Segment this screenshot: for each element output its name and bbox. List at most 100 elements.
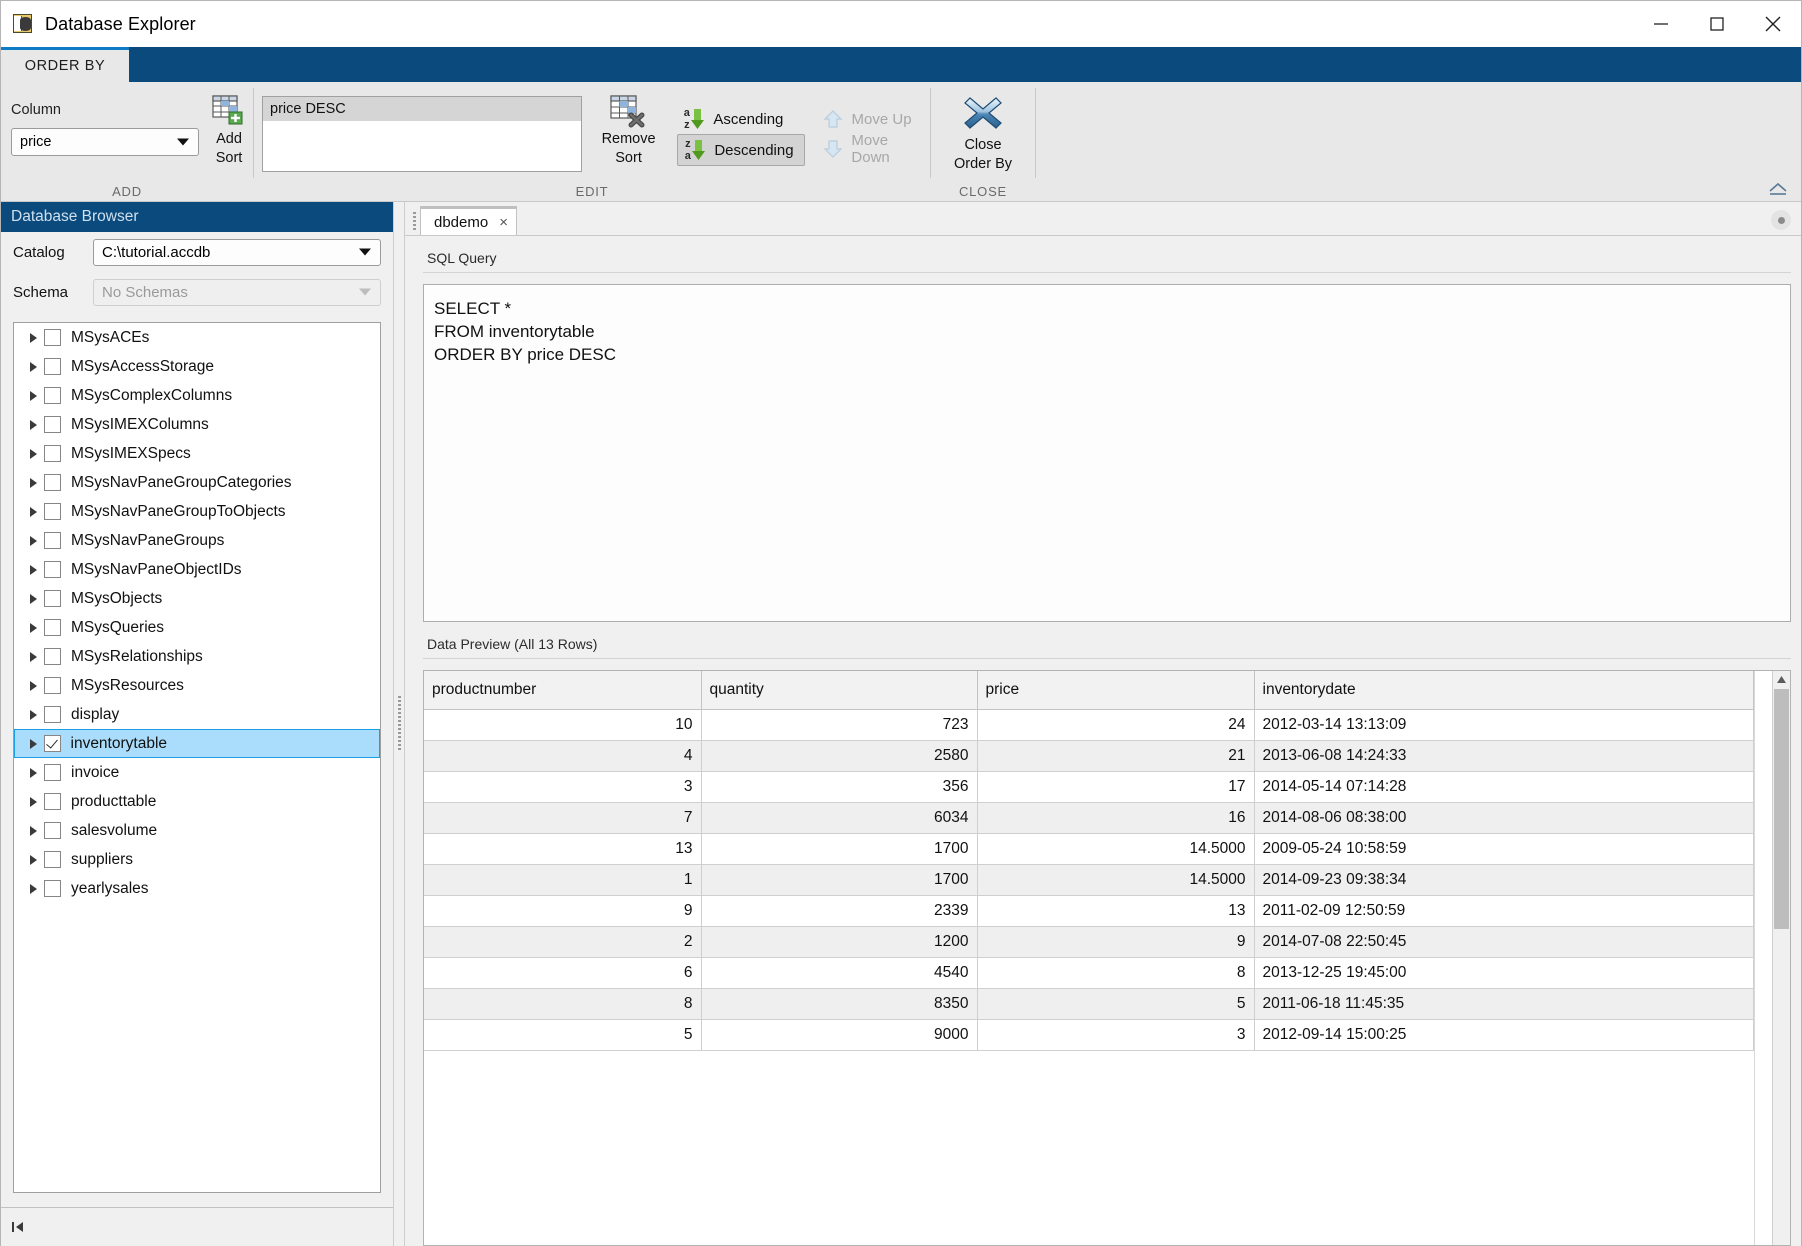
schema-select[interactable]: No Schemas bbox=[93, 279, 381, 306]
expand-arrow-icon[interactable] bbox=[30, 681, 44, 691]
tree-item-checkbox[interactable] bbox=[44, 503, 61, 520]
tree-item-checkbox[interactable] bbox=[44, 474, 61, 491]
tab-dbdemo[interactable]: dbdemo × bbox=[420, 206, 517, 235]
expand-arrow-icon[interactable] bbox=[30, 362, 44, 372]
move-up-button[interactable]: Move Up bbox=[819, 104, 930, 134]
previous-icon[interactable] bbox=[9, 1218, 31, 1236]
tree-item-msysresources[interactable]: MSysResources bbox=[14, 671, 380, 700]
expand-arrow-icon[interactable] bbox=[30, 565, 44, 575]
tree-item-checkbox[interactable] bbox=[44, 329, 61, 346]
move-down-button[interactable]: Move Down bbox=[819, 134, 930, 164]
tree-item-producttable[interactable]: producttable bbox=[14, 787, 380, 816]
tree-item-msysaces[interactable]: MSysACEs bbox=[14, 323, 380, 352]
descending-button[interactable]: za Descending bbox=[677, 134, 804, 166]
tree-item-checkbox[interactable] bbox=[44, 648, 61, 665]
data-preview-scrollbar[interactable] bbox=[1772, 671, 1790, 1245]
expand-arrow-icon[interactable] bbox=[30, 826, 44, 836]
scroll-up-icon[interactable] bbox=[1773, 671, 1790, 688]
tree-item-msysobjects[interactable]: MSysObjects bbox=[14, 584, 380, 613]
tree-item-checkbox[interactable] bbox=[44, 735, 61, 752]
scrollbar-thumb[interactable] bbox=[1774, 689, 1789, 929]
tree-item-checkbox[interactable] bbox=[44, 416, 61, 433]
expand-arrow-icon[interactable] bbox=[30, 333, 44, 343]
close-order-by-button[interactable]: Close Order By bbox=[931, 92, 1035, 174]
tree-item-msysrelationships[interactable]: MSysRelationships bbox=[14, 642, 380, 671]
sort-list[interactable]: price DESC bbox=[262, 96, 582, 172]
tree-item-checkbox[interactable] bbox=[44, 706, 61, 723]
sort-list-item[interactable]: price DESC bbox=[263, 97, 581, 121]
catalog-select[interactable]: C:\tutorial.accdb bbox=[93, 239, 381, 266]
expand-arrow-icon[interactable] bbox=[30, 594, 44, 604]
tree-item-checkbox[interactable] bbox=[44, 677, 61, 694]
table-row[interactable]: 3356172014-05-14 07:14:28 bbox=[424, 772, 1754, 803]
table-row[interactable]: 92339132011-02-09 12:50:59 bbox=[424, 896, 1754, 927]
table-tree[interactable]: MSysACEsMSysAccessStorageMSysComplexColu… bbox=[13, 322, 381, 1193]
column-select[interactable]: price bbox=[11, 128, 199, 156]
tree-item-checkbox[interactable] bbox=[44, 445, 61, 462]
expand-arrow-icon[interactable] bbox=[30, 536, 44, 546]
tree-item-checkbox[interactable] bbox=[44, 764, 61, 781]
tree-item-checkbox[interactable] bbox=[44, 851, 61, 868]
expand-arrow-icon[interactable] bbox=[30, 391, 44, 401]
table-row[interactable]: 76034162014-08-06 08:38:00 bbox=[424, 803, 1754, 834]
tree-item-msysimexspecs[interactable]: MSysIMEXSpecs bbox=[14, 439, 380, 468]
tree-item-checkbox[interactable] bbox=[44, 532, 61, 549]
table-row[interactable]: 6454082013-12-25 19:45:00 bbox=[424, 958, 1754, 989]
expand-arrow-icon[interactable] bbox=[30, 739, 44, 749]
expand-arrow-icon[interactable] bbox=[30, 623, 44, 633]
tab-order-by[interactable]: ORDER BY bbox=[1, 47, 129, 82]
vertical-splitter[interactable] bbox=[393, 202, 405, 1246]
tree-item-checkbox[interactable] bbox=[44, 619, 61, 636]
tree-item-suppliers[interactable]: suppliers bbox=[14, 845, 380, 874]
tree-item-checkbox[interactable] bbox=[44, 590, 61, 607]
expand-arrow-icon[interactable] bbox=[30, 710, 44, 720]
tab-overflow-button[interactable] bbox=[1771, 210, 1791, 230]
tree-item-checkbox[interactable] bbox=[44, 822, 61, 839]
tree-item-msysnavpaneobjectids[interactable]: MSysNavPaneObjectIDs bbox=[14, 555, 380, 584]
table-row[interactable]: 2120092014-07-08 22:50:45 bbox=[424, 927, 1754, 958]
table-row[interactable]: 1170014.50002014-09-23 09:38:34 bbox=[424, 865, 1754, 896]
maximize-icon[interactable] bbox=[1689, 1, 1745, 47]
tree-item-msysqueries[interactable]: MSysQueries bbox=[14, 613, 380, 642]
table-row[interactable]: 10723242012-03-14 13:13:09 bbox=[424, 710, 1754, 741]
tree-item-checkbox[interactable] bbox=[44, 880, 61, 897]
add-sort-button[interactable]: Add Sort bbox=[205, 94, 253, 168]
collapse-ribbon-icon[interactable] bbox=[1767, 181, 1789, 197]
tree-item-inventorytable[interactable]: inventorytable bbox=[14, 729, 380, 758]
column-header-inventorydate[interactable]: inventorydate bbox=[1254, 671, 1754, 710]
expand-arrow-icon[interactable] bbox=[30, 855, 44, 865]
tree-item-invoice[interactable]: invoice bbox=[14, 758, 380, 787]
tree-item-checkbox[interactable] bbox=[44, 387, 61, 404]
table-row[interactable]: 8835052011-06-18 11:45:35 bbox=[424, 989, 1754, 1020]
close-icon[interactable] bbox=[1745, 1, 1801, 47]
column-header-quantity[interactable]: quantity bbox=[701, 671, 977, 710]
sql-query-editor[interactable]: SELECT * FROM inventorytable ORDER BY pr… bbox=[423, 284, 1791, 622]
tree-item-msysaccessstorage[interactable]: MSysAccessStorage bbox=[14, 352, 380, 381]
table-row[interactable]: 42580212013-06-08 14:24:33 bbox=[424, 741, 1754, 772]
table-row[interactable]: 13170014.50002009-05-24 10:58:59 bbox=[424, 834, 1754, 865]
expand-arrow-icon[interactable] bbox=[30, 652, 44, 662]
column-header-price[interactable]: price bbox=[977, 671, 1254, 710]
expand-arrow-icon[interactable] bbox=[30, 507, 44, 517]
tree-item-checkbox[interactable] bbox=[44, 561, 61, 578]
tab-close-icon[interactable]: × bbox=[499, 215, 508, 230]
tree-item-msysimexcolumns[interactable]: MSysIMEXColumns bbox=[14, 410, 380, 439]
expand-arrow-icon[interactable] bbox=[30, 449, 44, 459]
tree-item-salesvolume[interactable]: salesvolume bbox=[14, 816, 380, 845]
remove-sort-button[interactable]: Remove Sort bbox=[594, 94, 664, 168]
column-header-productnumber[interactable]: productnumber bbox=[424, 671, 701, 710]
tree-item-msysnavpanegrouptoobjects[interactable]: MSysNavPaneGroupToObjects bbox=[14, 497, 380, 526]
expand-arrow-icon[interactable] bbox=[30, 884, 44, 894]
table-row[interactable]: 5900032012-09-14 15:00:25 bbox=[424, 1020, 1754, 1051]
tree-item-msyscomplexcolumns[interactable]: MSysComplexColumns bbox=[14, 381, 380, 410]
minimize-icon[interactable] bbox=[1633, 1, 1689, 47]
ascending-button[interactable]: az Ascending bbox=[677, 104, 804, 134]
expand-arrow-icon[interactable] bbox=[30, 768, 44, 778]
tree-item-checkbox[interactable] bbox=[44, 358, 61, 375]
tree-item-checkbox[interactable] bbox=[44, 793, 61, 810]
tab-drag-grip[interactable] bbox=[408, 209, 420, 235]
tree-item-msysnavpanegroupcategories[interactable]: MSysNavPaneGroupCategories bbox=[14, 468, 380, 497]
expand-arrow-icon[interactable] bbox=[30, 420, 44, 430]
tree-item-yearlysales[interactable]: yearlysales bbox=[14, 874, 380, 903]
tree-item-display[interactable]: display bbox=[14, 700, 380, 729]
